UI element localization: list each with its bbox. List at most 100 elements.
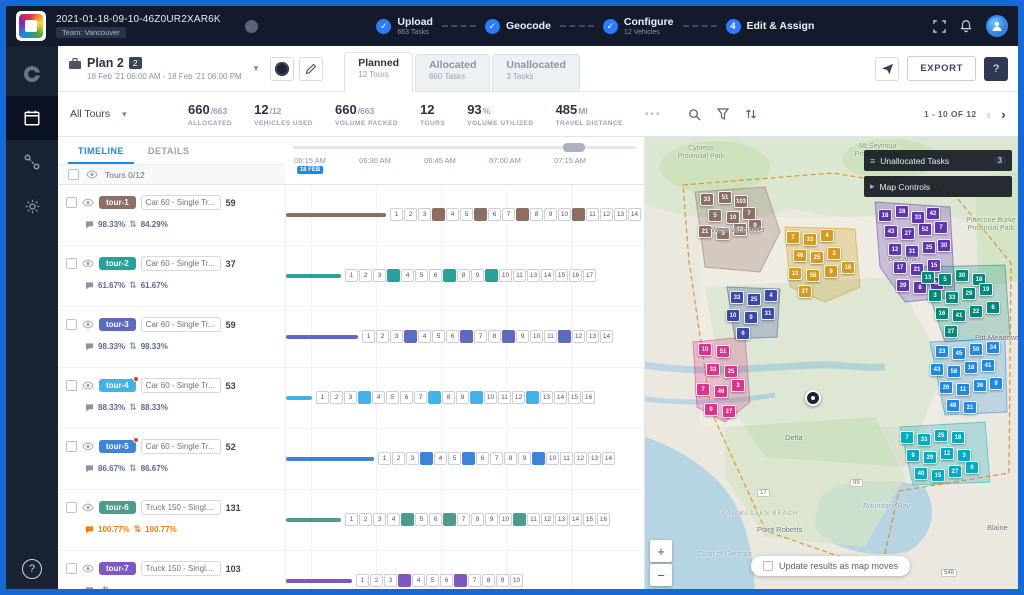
task-block[interactable]: 7: [468, 574, 481, 587]
task-block-filled[interactable]: [387, 269, 400, 282]
task-block[interactable]: 4: [446, 208, 459, 221]
task-block[interactable]: 13: [588, 452, 601, 465]
map-marker[interactable]: 9: [744, 311, 758, 324]
tour-gantt[interactable]: 1234567891011121314: [285, 307, 644, 367]
map-marker[interactable]: 7: [934, 221, 948, 234]
tour-badge[interactable]: tour-4: [99, 379, 136, 392]
collapse-dot-icon[interactable]: [245, 20, 258, 33]
plan-color-button[interactable]: [270, 57, 294, 81]
plan-dropdown-chevron-icon[interactable]: ▾: [254, 63, 259, 74]
tour-gantt[interactable]: 12345678910111213141516: [285, 490, 644, 550]
eye-icon[interactable]: [82, 320, 94, 329]
tour-checkbox[interactable]: [66, 319, 77, 330]
task-block[interactable]: 9: [485, 513, 498, 526]
map-marker[interactable]: 9: [989, 377, 1003, 390]
filter-icon[interactable]: [717, 108, 729, 120]
map-marker[interactable]: 25: [747, 293, 761, 306]
task-block[interactable]: 15: [583, 513, 596, 526]
tour-gantt[interactable]: 1234568910111314151617: [285, 246, 644, 306]
map-marker[interactable]: 43: [884, 225, 898, 238]
task-block-filled[interactable]: [572, 208, 585, 221]
task-block[interactable]: 1: [345, 269, 358, 282]
map-marker[interactable]: 22: [969, 305, 983, 318]
task-block[interactable]: 16: [582, 391, 595, 404]
map-marker[interactable]: 16: [841, 261, 855, 274]
task-block[interactable]: 12: [512, 391, 525, 404]
task-block-filled[interactable]: [398, 574, 411, 587]
eye-icon[interactable]: [82, 259, 94, 268]
map-marker[interactable]: 16: [935, 307, 949, 320]
map-marker[interactable]: 28: [895, 205, 909, 218]
task-block[interactable]: 8: [457, 269, 470, 282]
task-block[interactable]: 17: [583, 269, 596, 282]
task-block[interactable]: 11: [498, 391, 511, 404]
task-block[interactable]: 5: [460, 208, 473, 221]
task-block[interactable]: 3: [390, 330, 403, 343]
task-block-filled[interactable]: [443, 269, 456, 282]
task-block[interactable]: 5: [448, 452, 461, 465]
vehicle-label[interactable]: Car 60 - Single Tr...: [141, 378, 221, 393]
map-marker[interactable]: 27: [901, 227, 915, 240]
step-edit-assign[interactable]: 4Edit & Assign: [726, 19, 815, 34]
task-block[interactable]: 7: [502, 208, 515, 221]
map-marker[interactable]: 7: [786, 231, 800, 244]
tour-checkbox[interactable]: [66, 563, 77, 574]
task-block[interactable]: 12: [572, 330, 585, 343]
user-avatar[interactable]: [986, 15, 1008, 37]
task-block[interactable]: 7: [490, 452, 503, 465]
task-block[interactable]: 6: [476, 452, 489, 465]
task-block[interactable]: 10: [530, 330, 543, 343]
task-block[interactable]: 8: [504, 452, 517, 465]
map-marker[interactable]: 25: [922, 241, 936, 254]
map-controls-overlay[interactable]: ▸ Map Controls: [864, 176, 1012, 197]
map-marker[interactable]: 9: [824, 265, 838, 278]
task-block[interactable]: 11: [544, 330, 557, 343]
map-marker[interactable]: 27: [944, 325, 958, 338]
eye-icon[interactable]: [82, 564, 94, 573]
map-marker[interactable]: 23: [935, 345, 949, 358]
task-block[interactable]: 8: [471, 513, 484, 526]
map-marker[interactable]: 50: [969, 343, 983, 356]
map-marker[interactable]: 3: [731, 379, 745, 392]
sidebar-item-team[interactable]: [6, 52, 58, 96]
step-geocode[interactable]: ✓Geocode: [485, 19, 551, 34]
task-block[interactable]: 13: [586, 330, 599, 343]
task-block[interactable]: 4: [387, 513, 400, 526]
map-panel[interactable]: 3351103510721362918283342432752712312530…: [645, 137, 1018, 589]
task-block[interactable]: 1: [390, 208, 403, 221]
task-block[interactable]: 3: [384, 574, 397, 587]
step-configure[interactable]: ✓Configure12 Vehicles: [603, 16, 674, 35]
map-marker[interactable]: 29: [962, 287, 976, 300]
map-marker[interactable]: 33: [706, 363, 720, 376]
task-block-filled[interactable]: [443, 513, 456, 526]
task-block[interactable]: 2: [370, 574, 383, 587]
task-block[interactable]: 3: [418, 208, 431, 221]
eye-icon[interactable]: [82, 381, 94, 390]
tour-badge[interactable]: tour-1: [99, 196, 136, 209]
vehicle-label[interactable]: Truck 150 - Singl...: [141, 500, 221, 515]
task-block-filled[interactable]: [462, 452, 475, 465]
task-block[interactable]: 14: [554, 391, 567, 404]
task-block[interactable]: 4: [372, 391, 385, 404]
toggle-all-eye-icon[interactable]: [86, 170, 98, 179]
tab-allocated[interactable]: Allocated660 Tasks: [415, 54, 490, 91]
task-block[interactable]: 11: [560, 452, 573, 465]
task-block[interactable]: 10: [499, 513, 512, 526]
map-marker[interactable]: 11: [956, 383, 970, 396]
map-marker[interactable]: 7: [696, 383, 710, 396]
task-block[interactable]: 6: [446, 330, 459, 343]
task-block[interactable]: 5: [432, 330, 445, 343]
fullscreen-icon[interactable]: [933, 20, 946, 33]
shortcut-help-button[interactable]: ?: [984, 57, 1008, 81]
map-marker[interactable]: 46: [714, 385, 728, 398]
task-block[interactable]: 9: [544, 208, 557, 221]
search-icon[interactable]: [688, 108, 701, 121]
map-marker[interactable]: 18: [964, 361, 978, 374]
tour-checkbox[interactable]: [66, 197, 77, 208]
task-block-filled[interactable]: [513, 513, 526, 526]
map-marker[interactable]: 33: [945, 291, 959, 304]
map-marker[interactable]: 51: [716, 345, 730, 358]
task-block-filled[interactable]: [454, 574, 467, 587]
tab-planned[interactable]: Planned12 Tours: [344, 52, 413, 92]
map-marker[interactable]: 30: [937, 239, 951, 252]
